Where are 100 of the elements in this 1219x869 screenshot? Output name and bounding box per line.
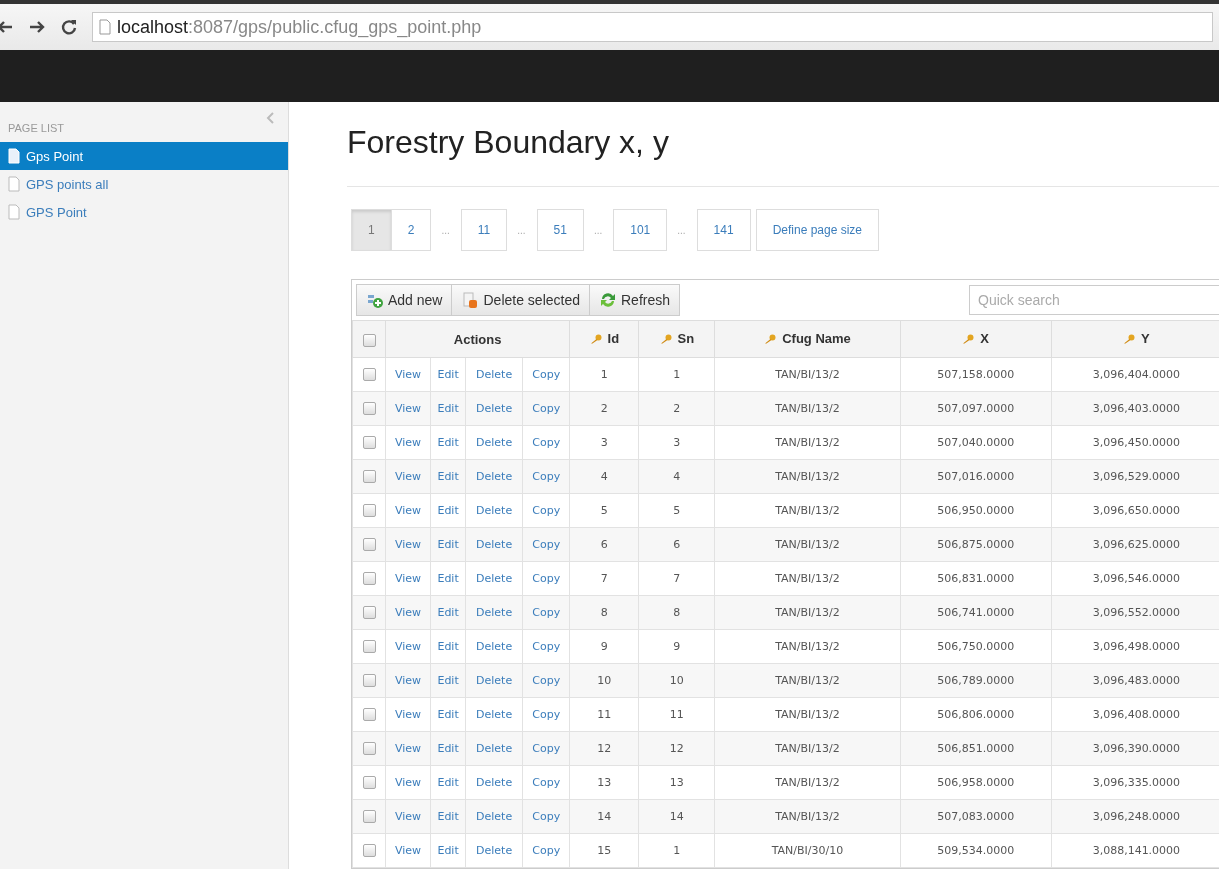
page-link[interactable]: 2 — [390, 209, 432, 251]
table-cell: 13 — [638, 765, 715, 800]
pagination-ellipsis: ... — [516, 223, 527, 238]
table-cell: TAN/BI/13/2 — [714, 731, 901, 766]
table-cell: 506,741.0000 — [900, 595, 1052, 630]
table-cell: TAN/BI/13/2 — [714, 799, 901, 834]
row-checkbox[interactable] — [362, 674, 376, 688]
table-cell: TAN/BI/13/2 — [714, 493, 901, 528]
header-cell[interactable]: Sn — [638, 320, 715, 358]
header-cell[interactable]: Cfug Name — [714, 320, 901, 358]
sidebar-item[interactable]: Gps Point — [0, 142, 288, 170]
table-cell: 3 — [569, 425, 639, 460]
table-cell: 5 — [638, 493, 715, 528]
table-cell: 3,096,498.0000 — [1051, 629, 1219, 664]
toolbar-button[interactable]: Add new — [356, 284, 453, 316]
row-checkbox[interactable] — [362, 606, 376, 620]
table-cell: 1 — [569, 357, 639, 392]
table-cell: 506,851.0000 — [900, 731, 1052, 766]
row-checkbox[interactable] — [362, 504, 376, 518]
toolbar-button[interactable]: Refresh — [589, 284, 681, 316]
table-cell: TAN/BI/13/2 — [714, 527, 901, 562]
column-header[interactable]: X — [980, 331, 989, 347]
row-checkbox[interactable] — [362, 538, 376, 552]
table-cell: TAN/BI/13/2 — [714, 357, 901, 392]
sidebar-heading: PAGE LIST — [7, 121, 66, 136]
table-cell: 7 — [638, 561, 715, 596]
page-size-button[interactable]: Define page size — [755, 209, 880, 251]
row-checkbox[interactable] — [362, 776, 376, 790]
table-cell: 12 — [638, 731, 715, 766]
table-cell: TAN/BI/13/2 — [714, 697, 901, 732]
table-cell: 3,096,408.0000 — [1051, 697, 1219, 732]
page-link[interactable]: 51 — [536, 209, 584, 251]
table-cell: 3,096,335.0000 — [1051, 765, 1219, 800]
search-field[interactable]: Quick search — [969, 285, 1219, 315]
refresh-icon — [599, 291, 617, 309]
table-cell: 6 — [638, 527, 715, 562]
row-checkbox[interactable] — [362, 742, 376, 756]
page-link[interactable]: 101 — [613, 209, 668, 251]
page-link[interactable]: 1 — [351, 209, 392, 251]
sidebar-item[interactable]: GPS points all — [0, 170, 288, 198]
row-checkbox[interactable] — [362, 708, 376, 722]
table-cell: 3,096,450.0000 — [1051, 425, 1219, 460]
row-checkbox[interactable] — [362, 844, 376, 858]
table-cell: TAN/BI/13/2 — [714, 425, 901, 460]
table-cell: 3,096,483.0000 — [1051, 663, 1219, 698]
page-icon — [8, 204, 20, 220]
column-header[interactable]: Y — [1141, 331, 1150, 347]
key-icon — [659, 333, 672, 344]
table-cell: 5 — [569, 493, 639, 528]
table-cell: 506,875.0000 — [900, 527, 1052, 562]
column-header[interactable]: Sn — [677, 331, 695, 347]
table-cell: 9 — [638, 629, 715, 664]
table-cell: 3,096,404.0000 — [1051, 357, 1219, 392]
select-all-checkbox[interactable] — [362, 333, 376, 347]
table-cell: 10 — [638, 663, 715, 698]
row-checkbox[interactable] — [362, 640, 376, 654]
collapse-icon[interactable] — [266, 112, 276, 124]
table-cell: TAN/BI/13/2 — [714, 595, 901, 630]
table-cell: 1 — [638, 833, 715, 868]
table-cell: 8 — [569, 595, 639, 630]
row-checkbox[interactable] — [362, 402, 376, 416]
pagination-ellipsis: ... — [592, 223, 604, 238]
page-link[interactable]: 141 — [696, 209, 751, 251]
table-cell: 13 — [569, 765, 639, 800]
table-cell: 4 — [569, 459, 639, 494]
table-cell: 506,958.0000 — [900, 765, 1052, 800]
table-cell: 7 — [569, 561, 639, 596]
table-cell: 506,806.0000 — [900, 697, 1052, 732]
table-cell: 506,831.0000 — [900, 561, 1052, 596]
table-cell: TAN/BI/13/2 — [714, 765, 901, 800]
row-checkbox[interactable] — [362, 368, 376, 382]
page-link[interactable]: 11 — [460, 209, 508, 251]
page-icon — [8, 148, 20, 164]
table-cell: 11 — [638, 697, 715, 732]
key-icon — [589, 333, 602, 344]
table-cell: 3,096,650.0000 — [1051, 493, 1219, 528]
url-text: localhost:8087/gps/public.cfug_gps_point.php — [117, 16, 482, 38]
page-icon — [99, 19, 111, 35]
table-cell: 507,158.0000 — [900, 357, 1052, 392]
header-cell[interactable]: Y — [1051, 320, 1219, 358]
table-cell: 3,096,403.0000 — [1051, 391, 1219, 426]
table-cell: 3,096,248.0000 — [1051, 799, 1219, 834]
header-cell[interactable]: X — [900, 320, 1052, 358]
address-bar[interactable]: localhost:8087/gps/public.cfug_gps_point.php — [92, 12, 1213, 42]
table-cell: TAN/BI/13/2 — [714, 663, 901, 698]
column-header[interactable]: Cfug Name — [782, 331, 851, 347]
reload-icon[interactable] — [60, 18, 78, 36]
column-header[interactable]: Id — [607, 331, 620, 347]
table-cell: TAN/BI/13/2 — [714, 459, 901, 494]
header-cell[interactable]: Id — [569, 320, 639, 358]
pagination-ellipsis: ... — [440, 223, 451, 238]
row-checkbox[interactable] — [362, 470, 376, 484]
table-cell: 3 — [638, 425, 715, 460]
row-checkbox[interactable] — [362, 810, 376, 824]
table-cell: 15 — [569, 833, 639, 868]
toolbar-button[interactable]: Delete selected — [451, 284, 590, 316]
table-cell: 6 — [569, 527, 639, 562]
sidebar-item[interactable]: GPS Point — [0, 198, 288, 226]
row-checkbox[interactable] — [362, 572, 376, 586]
row-checkbox[interactable] — [362, 436, 376, 450]
